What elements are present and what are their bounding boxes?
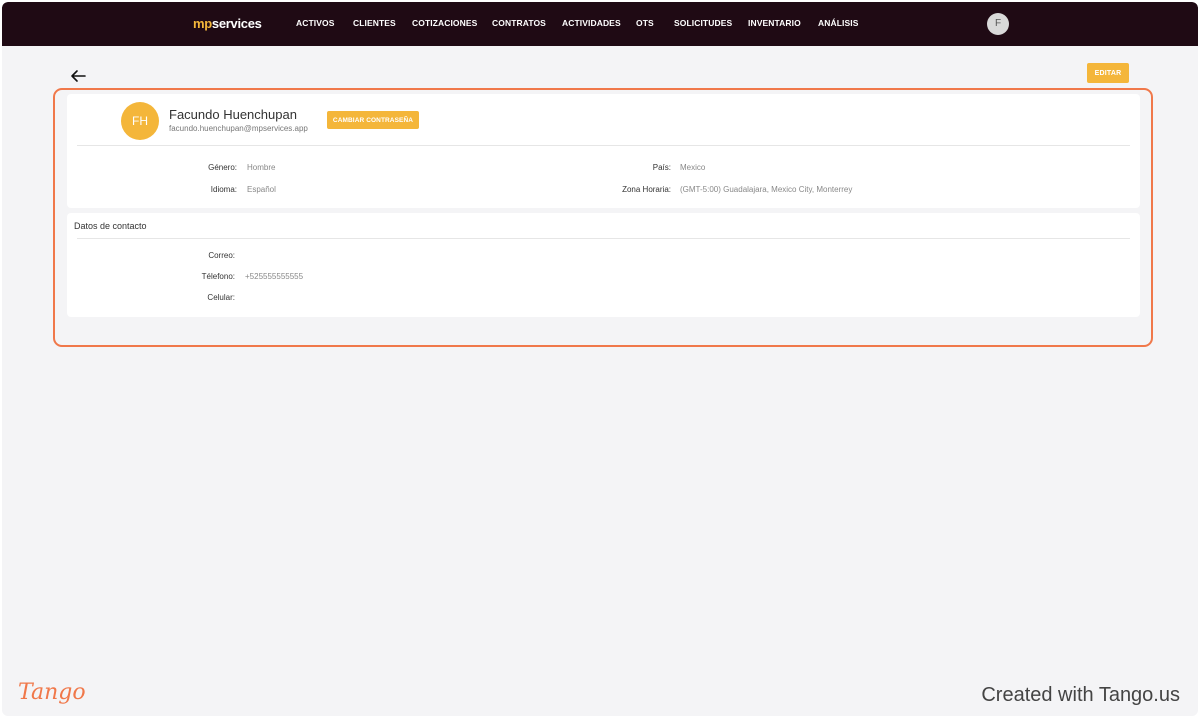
contact-section-title: Datos de contacto — [74, 221, 147, 231]
nav-item-cotizaciones[interactable]: COTIZACIONES — [412, 18, 477, 28]
tango-logo: Tango — [18, 680, 86, 705]
profile-email: facundo.huenchupan@mpservices.app — [169, 124, 308, 133]
edit-button[interactable]: EDITAR — [1087, 63, 1129, 83]
country-value: Mexico — [680, 163, 706, 172]
nav-item-ots[interactable]: OTS — [636, 18, 654, 28]
arrow-left-icon[interactable] — [69, 69, 87, 83]
brand-prefix: mp — [193, 16, 212, 31]
nav-item-contratos[interactable]: CONTRATOS — [492, 18, 546, 28]
nav-item-clientes[interactable]: CLIENTES — [353, 18, 396, 28]
brand-rest: services — [211, 16, 262, 31]
created-with-tango: Created with Tango.us — [981, 684, 1180, 706]
contact-card: Datos de contacto Correo: Télefono: +525… — [67, 213, 1140, 317]
app-window: mpservices ACTIVOS CLIENTES COTIZACIONES… — [2, 2, 1198, 716]
nav-item-inventario[interactable]: INVENTARIO — [748, 18, 801, 28]
profile-name: Facundo Huenchupan — [169, 107, 297, 122]
gender-label: Género: — [208, 163, 237, 172]
profile-card: FH Facundo Huenchupan facundo.huenchupan… — [67, 94, 1140, 208]
nav-item-solicitudes[interactable]: SOLICITUDES — [674, 18, 732, 28]
nav-item-activos[interactable]: ACTIVOS — [296, 18, 334, 28]
contact-divider — [77, 238, 1130, 239]
phone-label: Télefono: — [201, 272, 235, 281]
profile-divider — [77, 145, 1130, 146]
nav-item-actividades[interactable]: ACTIVIDADES — [562, 18, 621, 28]
nav-item-analisis[interactable]: ANÁLISIS — [818, 18, 858, 28]
top-navbar: mpservices ACTIVOS CLIENTES COTIZACIONES… — [2, 2, 1198, 46]
country-label: País: — [652, 163, 671, 172]
mobile-label: Celular: — [207, 293, 235, 302]
change-password-button[interactable]: CAMBIAR CONTRASEÑA — [327, 111, 419, 129]
phone-value: +525555555555 — [245, 272, 304, 281]
gender-value: Hombre — [247, 163, 276, 172]
language-label: Idioma: — [210, 185, 237, 194]
timezone-label: Zona Horaria: — [622, 185, 671, 194]
language-value: Español — [247, 185, 276, 194]
brand-logo[interactable]: mpservices — [193, 16, 262, 31]
timezone-value: (GMT-5:00) Guadalajara, Mexico City, Mon… — [680, 185, 853, 194]
profile-avatar: FH — [121, 102, 159, 140]
email-label: Correo: — [208, 251, 235, 260]
user-avatar[interactable]: F — [987, 13, 1009, 35]
